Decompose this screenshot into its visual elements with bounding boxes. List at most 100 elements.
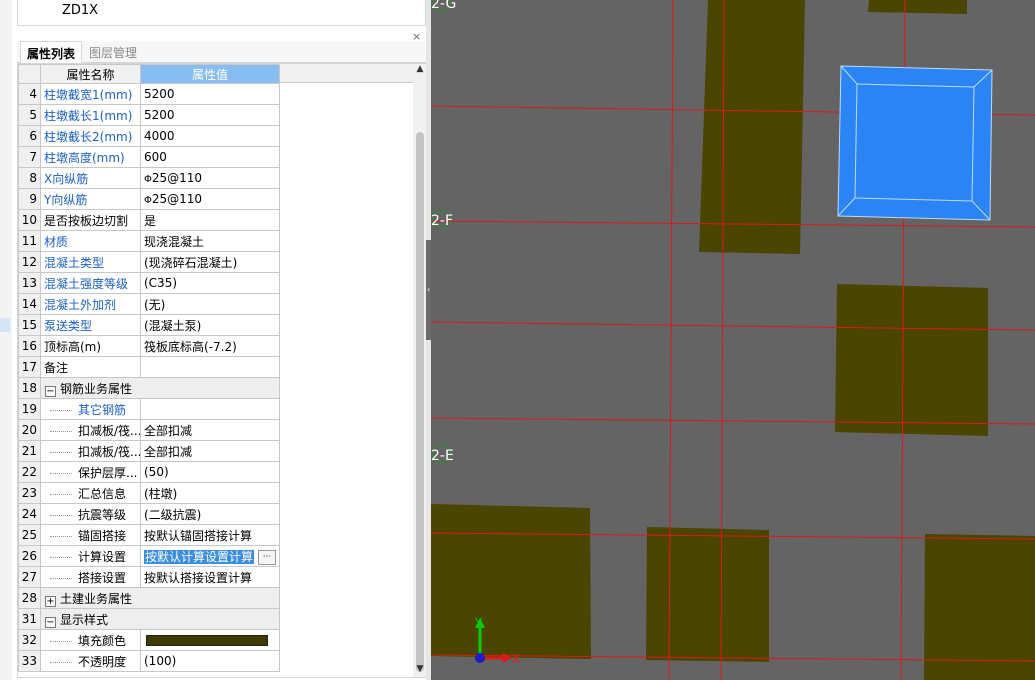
table-row[interactable]: 16 顶标高(m) 筏板底标高(-7.2) bbox=[18, 335, 280, 357]
property-value-cell[interactable]: 4000 bbox=[140, 125, 280, 147]
collapsed-panel-marker[interactable] bbox=[0, 318, 10, 332]
table-row[interactable]: 14 混凝土外加剂 (无) bbox=[18, 293, 280, 315]
scroll-down-icon[interactable]: ▼ bbox=[413, 664, 427, 676]
table-row[interactable]: 15 泵送类型 (混凝土泵) bbox=[18, 314, 280, 336]
property-value-cell[interactable]: 是 bbox=[140, 209, 280, 231]
property-name-cell: 备注 bbox=[40, 356, 141, 378]
property-name: 泵送类型 bbox=[44, 318, 93, 333]
table-row[interactable]: 32 填充颜色 bbox=[18, 629, 280, 651]
vertical-scrollbar[interactable]: ▲ ▼ bbox=[413, 64, 427, 677]
property-value-input[interactable]: 按默认计算设置计算 bbox=[144, 549, 255, 564]
property-value-cell[interactable]: ··· 按默认计算设置计算 bbox=[140, 545, 280, 567]
property-value: 按默认搭接设置计算 bbox=[144, 570, 253, 585]
ellipsis-button[interactable]: ··· bbox=[258, 549, 276, 565]
table-row[interactable]: 11 材质 现浇混凝土 bbox=[18, 230, 280, 252]
viewport-canvas[interactable]: 2-G 2-F 2-E Y X bbox=[431, 0, 1035, 680]
selected-column[interactable] bbox=[837, 65, 993, 221]
table-row[interactable]: 23 汇总信息 (柱墩) bbox=[18, 482, 280, 504]
table-row[interactable]: 5 柱墩截长1(mm) 5200 bbox=[18, 104, 280, 126]
property-name-cell: 不透明度 bbox=[40, 650, 141, 672]
axis-label-2f[interactable]: 2-F bbox=[431, 213, 453, 229]
tree-connector bbox=[50, 430, 72, 432]
scroll-thumb[interactable] bbox=[416, 132, 424, 672]
tab-layer-management[interactable]: 图层管理 bbox=[83, 41, 143, 63]
column-block[interactable] bbox=[699, 0, 805, 254]
property-value-cell[interactable]: (无) bbox=[140, 293, 280, 315]
property-value-cell[interactable]: (二级抗震) bbox=[140, 503, 280, 525]
property-value-cell[interactable]: 按默认锚固搭接计算 bbox=[140, 524, 280, 546]
row-index: 20 bbox=[18, 419, 41, 441]
row-index: 32 bbox=[18, 629, 41, 651]
table-row[interactable]: 19 其它钢筋 bbox=[18, 398, 280, 420]
property-value-cell[interactable] bbox=[140, 398, 280, 420]
table-row[interactable]: 27 搭接设置 按默认搭接设置计算 bbox=[18, 566, 280, 588]
table-row[interactable]: 21 扣减板/筏... 全部扣减 bbox=[18, 440, 280, 462]
property-value-cell[interactable]: Φ25@110 bbox=[140, 188, 280, 210]
property-value-cell[interactable]: (C35) bbox=[140, 272, 280, 294]
drawing-viewport[interactable]: 2-G 2-F 2-E Y X bbox=[431, 0, 1035, 680]
table-row[interactable]: 20 扣减板/筏... 全部扣减 bbox=[18, 419, 280, 441]
table-row[interactable]: 26 计算设置 ··· 按默认计算设置计算 bbox=[18, 545, 280, 567]
collapse-icon[interactable]: − bbox=[45, 616, 56, 628]
property-value-cell[interactable]: (现浇碎石混凝土) bbox=[140, 251, 280, 273]
group-row[interactable]: 28 + 土建业务属性 bbox=[18, 587, 280, 609]
table-row[interactable]: 22 保护层厚... (50) bbox=[18, 461, 280, 483]
column-block[interactable] bbox=[646, 527, 769, 662]
property-value-cell[interactable]: 5200 bbox=[140, 83, 280, 105]
row-index: 15 bbox=[18, 314, 41, 336]
column-block[interactable] bbox=[868, 0, 967, 14]
table-row[interactable]: 13 混凝土强度等级 (C35) bbox=[18, 272, 280, 294]
property-value-cell[interactable]: (混凝土泵) bbox=[140, 314, 280, 336]
table-row[interactable]: 12 混凝土类型 (现浇碎石混凝土) bbox=[18, 251, 280, 273]
expand-icon[interactable]: + bbox=[45, 595, 56, 607]
rebar-grade-icon: Φ bbox=[144, 195, 152, 206]
property-name: 抗震等级 bbox=[78, 507, 127, 522]
property-value-cell[interactable]: Φ25@110 bbox=[140, 167, 280, 189]
column-block[interactable] bbox=[431, 504, 591, 659]
property-value-cell[interactable]: (100) bbox=[140, 650, 280, 672]
property-value-cell[interactable]: 全部扣减 bbox=[140, 419, 280, 441]
axis-label-2g[interactable]: 2-G bbox=[431, 0, 456, 12]
fill-color-swatch[interactable] bbox=[146, 635, 268, 646]
table-row[interactable]: 33 不透明度 (100) bbox=[18, 650, 280, 672]
table-row[interactable]: 17 备注 bbox=[18, 356, 280, 378]
property-value-cell[interactable]: 600 bbox=[140, 146, 280, 168]
group-row[interactable]: 31− 显示样式 bbox=[18, 608, 280, 630]
property-value-cell[interactable]: 筏板底标高(-7.2) bbox=[140, 335, 280, 357]
property-name: Y向纵筋 bbox=[44, 192, 88, 207]
scroll-up-icon[interactable]: ▲ bbox=[413, 64, 427, 76]
group-row[interactable]: 18− 钢筋业务属性 bbox=[18, 377, 280, 399]
column-block[interactable] bbox=[924, 534, 1035, 680]
tab-property-list[interactable]: 属性列表 bbox=[20, 41, 83, 63]
property-name: 计算设置 bbox=[78, 549, 127, 564]
table-row[interactable]: 4 柱墩截宽1(mm) 5200 bbox=[18, 83, 280, 105]
property-value-cell[interactable] bbox=[140, 629, 280, 651]
property-name: 扣减板/筏... bbox=[78, 423, 141, 438]
table-row[interactable]: 9 Y向纵筋 Φ25@110 bbox=[18, 188, 280, 210]
property-value-cell[interactable] bbox=[140, 356, 280, 378]
property-value-cell[interactable]: 5200 bbox=[140, 104, 280, 126]
table-row[interactable]: 10 是否按板边切割是 bbox=[18, 209, 280, 231]
property-name-cell: 柱墩截宽1(mm) bbox=[40, 83, 141, 105]
property-value-cell[interactable]: 现浇混凝土 bbox=[140, 230, 280, 252]
table-row[interactable]: 25 锚固搭接 按默认锚固搭接计算 bbox=[18, 524, 280, 546]
collapse-icon[interactable]: − bbox=[45, 385, 56, 397]
property-value: 25@110 bbox=[151, 171, 203, 185]
property-value-cell[interactable]: (柱墩) bbox=[140, 482, 280, 504]
tree-connector bbox=[50, 514, 72, 516]
property-name: 备注 bbox=[44, 360, 69, 375]
header-value[interactable]: 属性值 bbox=[140, 64, 280, 84]
property-value-cell[interactable]: (50) bbox=[140, 461, 280, 483]
property-name: 保护层厚... bbox=[78, 465, 138, 480]
property-value-cell[interactable]: 全部扣减 bbox=[140, 440, 280, 462]
table-row[interactable]: 7 柱墩高度(mm) 600 bbox=[18, 146, 280, 168]
property-name-cell: X向纵筋 bbox=[40, 167, 141, 189]
table-row[interactable]: 6 柱墩截长2(mm) 4000 bbox=[18, 125, 280, 147]
axis-label-2e[interactable]: 2-E bbox=[431, 448, 454, 464]
row-index: 14 bbox=[18, 293, 41, 315]
column-block[interactable] bbox=[835, 284, 988, 436]
tree-item-zd1x[interactable]: ZD1X bbox=[62, 3, 98, 18]
table-row[interactable]: 24 抗震等级 (二级抗震) bbox=[18, 503, 280, 525]
table-row[interactable]: 8 X向纵筋 Φ25@110 bbox=[18, 167, 280, 189]
property-value-cell[interactable]: 按默认搭接设置计算 bbox=[140, 566, 280, 588]
